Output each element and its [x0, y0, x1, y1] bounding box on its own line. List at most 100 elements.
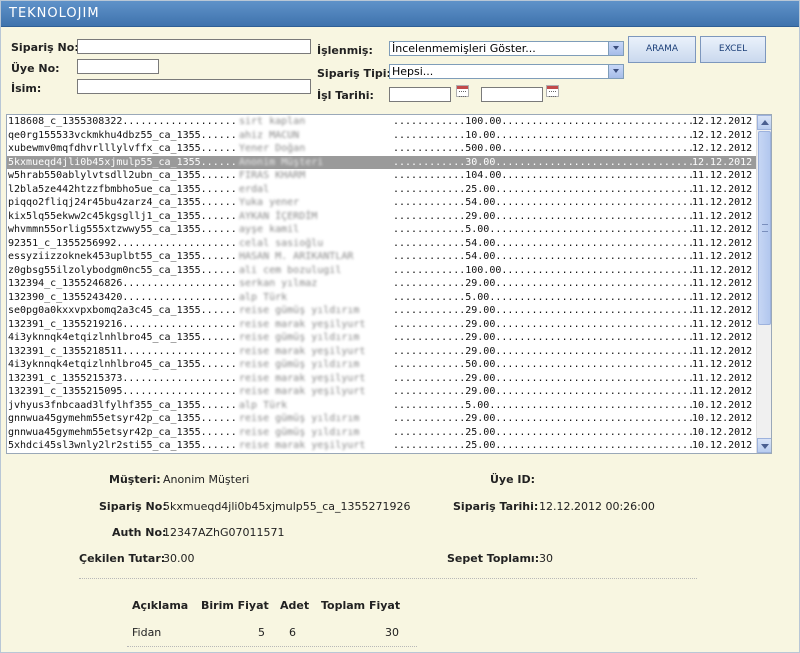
order-row[interactable]: jvhyus3fnbcaad3lfylhf355_ca_1355...... al… — [7, 399, 757, 413]
order-row-date: 11.12.2012 — [692, 372, 753, 384]
order-row-order-no: 132391_c_1355215095................... — [8, 386, 237, 397]
col-header-description: Açıklama — [132, 599, 189, 612]
item-total-price: 30 — [385, 626, 399, 639]
chevron-down-icon[interactable] — [608, 42, 623, 55]
order-row[interactable]: whvmmn55orlig555xtzwwy55_ca_1355...... ay… — [7, 223, 757, 237]
order-row-date: 11.12.2012 — [692, 386, 753, 397]
order-row-customer-name: ayşe kamil — [239, 224, 300, 235]
order-row[interactable]: 118608_c_1355308322................... si… — [7, 115, 757, 129]
order-list-rows: 118608_c_1355308322................... si… — [7, 115, 757, 453]
order-row-customer-name: reise gümüş yıldırım — [239, 332, 360, 343]
order-row[interactable]: 132391_c_1355219216................... re… — [7, 318, 757, 332]
order-row-date: 11.12.2012 — [692, 183, 753, 195]
order-row[interactable]: xubewmv0mqfdhvrlllylvffx_ca_1355...... Ye… — [7, 142, 757, 156]
order-no-input[interactable] — [77, 39, 311, 54]
order-row-date: 11.12.2012 — [692, 318, 753, 330]
order-row[interactable]: 132394_c_1355246826................... se… — [7, 277, 757, 291]
order-row[interactable]: 5kxmueqd4jli0b45xjmulp55_ca_1355...... An… — [7, 155, 757, 169]
auth-no-value: 12347AZhG07011571 — [163, 526, 285, 539]
table-divider — [127, 646, 417, 647]
order-row-date: 10.12.2012 — [692, 426, 753, 438]
order-row-amount: ............29.00.......................… — [393, 305, 695, 316]
order-no-label: Sipariş No: — [11, 41, 79, 54]
order-row-amount: ............54.00.......................… — [393, 197, 695, 208]
order-row-customer-name: HASAN M. ARIKANTLAR — [239, 251, 354, 262]
scroll-down-icon[interactable] — [757, 438, 771, 453]
order-row-amount: ............29.00.......................… — [393, 372, 695, 384]
order-row[interactable]: 132391_c_1355215373................... re… — [7, 372, 757, 386]
calendar-icon[interactable] — [456, 85, 469, 97]
order-row-amount: ............25.00.......................… — [393, 440, 695, 451]
order-row-amount: ............100.00......................… — [393, 116, 695, 127]
member-no-input[interactable] — [77, 59, 159, 74]
scroll-thumb[interactable] — [758, 131, 771, 325]
processed-select[interactable]: İncelenmemişleri Göster... — [389, 41, 624, 56]
order-row-order-no: 5xhdci45sl3wnly2lr2sti55_ca_1355...... — [8, 440, 237, 451]
list-scrollbar[interactable] — [756, 115, 771, 453]
order-list[interactable]: 118608_c_1355308322................... si… — [6, 114, 772, 454]
order-type-select-value: Hepsi... — [392, 65, 434, 78]
order-row[interactable]: 4i3yknnqk4etqizlnhlbro45_ca_1355...... re… — [7, 331, 757, 345]
order-row[interactable]: 4i3yknnqk4etqizlnhlbro45_ca_1355...... re… — [7, 358, 757, 372]
search-button[interactable]: ARAMA — [628, 36, 696, 63]
order-row[interactable]: 92351_c_1355256992.................... ce… — [7, 237, 757, 251]
header-bar: TEKNOLOJIM — [1, 1, 799, 27]
order-row-amount: ............25.00.......................… — [393, 183, 695, 195]
order-row-date: 11.12.2012 — [692, 264, 753, 276]
order-row-amount: ............500.00......................… — [393, 143, 695, 154]
order-row[interactable]: 5xhdci45sl3wnly2lr2sti55_ca_1355...... re… — [7, 439, 757, 453]
order-row-order-no: gnnwua45gymehm55etsyr42p_ca_1355...... — [8, 413, 237, 424]
basket-total-value: 30 — [539, 552, 553, 565]
order-row-date: 11.12.2012 — [692, 291, 753, 303]
order-row-date: 12.12.2012 — [692, 156, 753, 168]
order-row[interactable]: gnnwua45gymehm55etsyr42p_ca_1355...... re… — [7, 426, 757, 440]
process-date-from-input[interactable] — [389, 87, 451, 102]
col-header-quantity: Adet — [280, 599, 310, 612]
order-row-date: 11.12.2012 — [692, 359, 753, 370]
order-row-amount: ............5.00........................… — [393, 399, 695, 411]
order-row[interactable]: essyziizzoknek453uplbt55_ca_1355...... HA… — [7, 250, 757, 264]
order-row[interactable]: 132390_c_1355243420................... al… — [7, 291, 757, 305]
order-row-customer-name: reise marak yeşilyurt — [239, 386, 366, 397]
chevron-down-icon[interactable] — [608, 65, 623, 78]
order-row-amount: ............29.00.......................… — [393, 413, 695, 424]
order-row[interactable]: kix5lq55ekww2c45kgsgllj1_ca_1355...... AY… — [7, 210, 757, 224]
app-window: TEKNOLOJIM Sipariş No: Üye No: İsim: İşl… — [0, 0, 800, 653]
order-row-customer-name: reise gümüş yıldırım — [239, 426, 360, 438]
order-row-amount: ............29.00.......................… — [393, 210, 695, 222]
order-row[interactable]: w5hrab550ablylvtsdll2ubn_ca_1355...... FI… — [7, 169, 757, 183]
order-row-date: 10.12.2012 — [692, 399, 753, 411]
order-row[interactable]: qe0rg155533vckmkhu4dbz55_ca_1355...... ah… — [7, 129, 757, 143]
order-row-order-no: 132391_c_1355219216................... — [8, 318, 237, 330]
order-date-label: Sipariş Tarihi: — [453, 500, 539, 513]
excel-button[interactable]: EXCEL — [700, 36, 766, 63]
order-row-customer-name: reise gümüş yıldırım — [239, 359, 360, 370]
order-row[interactable]: piqqo2fliqj24r45bu4zarz4_ca_1355...... Yu… — [7, 196, 757, 210]
basket-total-label: Sepet Toplamı: — [447, 552, 540, 565]
calendar-icon[interactable] — [546, 85, 559, 97]
order-row[interactable]: gnnwua45gymehm55etsyr42p_ca_1355...... re… — [7, 412, 757, 426]
order-row[interactable]: 132391_c_1355215095................... re… — [7, 385, 757, 399]
order-row-date: 11.12.2012 — [692, 305, 753, 316]
app-logo: TEKNOLOJIM — [9, 6, 100, 21]
order-row-amount: ............10.00.......................… — [393, 129, 695, 141]
order-row-customer-name: reise marak yeşilyurt — [239, 345, 366, 357]
scroll-up-icon[interactable] — [757, 115, 771, 130]
order-type-select[interactable]: Hepsi... — [389, 64, 624, 79]
detail-order-no-label: Sipariş No: — [99, 500, 167, 513]
order-row-amount: ............29.00.......................… — [393, 278, 695, 289]
order-row-order-no: 118608_c_1355308322................... — [8, 116, 237, 127]
name-input[interactable] — [77, 79, 311, 94]
order-row-customer-name: reise gümüş yıldırım — [239, 413, 360, 424]
order-row-customer-name: sirt kaplan — [239, 116, 306, 127]
process-date-to-input[interactable] — [481, 87, 543, 102]
order-row-date: 10.12.2012 — [692, 440, 753, 451]
auth-no-label: Auth No: — [112, 526, 167, 539]
order-row-order-no: jvhyus3fnbcaad3lfylhf355_ca_1355...... — [8, 399, 237, 411]
order-row[interactable]: se0pg0a0kxxvpxbomq2a3c45_ca_1355...... re… — [7, 304, 757, 318]
order-row[interactable]: z0gbsg55ilzolybodgm0nc55_ca_1355...... al… — [7, 264, 757, 278]
order-row[interactable]: l2bla5ze442htzzfbmbho5ue_ca_1355...... er… — [7, 183, 757, 197]
order-row-date: 12.12.2012 — [692, 129, 753, 141]
detail-order-no-value: 5kxmueqd4jli0b45xjmulp55_ca_1355271926 — [163, 500, 411, 513]
order-row[interactable]: 132391_c_1355218511................... re… — [7, 345, 757, 359]
